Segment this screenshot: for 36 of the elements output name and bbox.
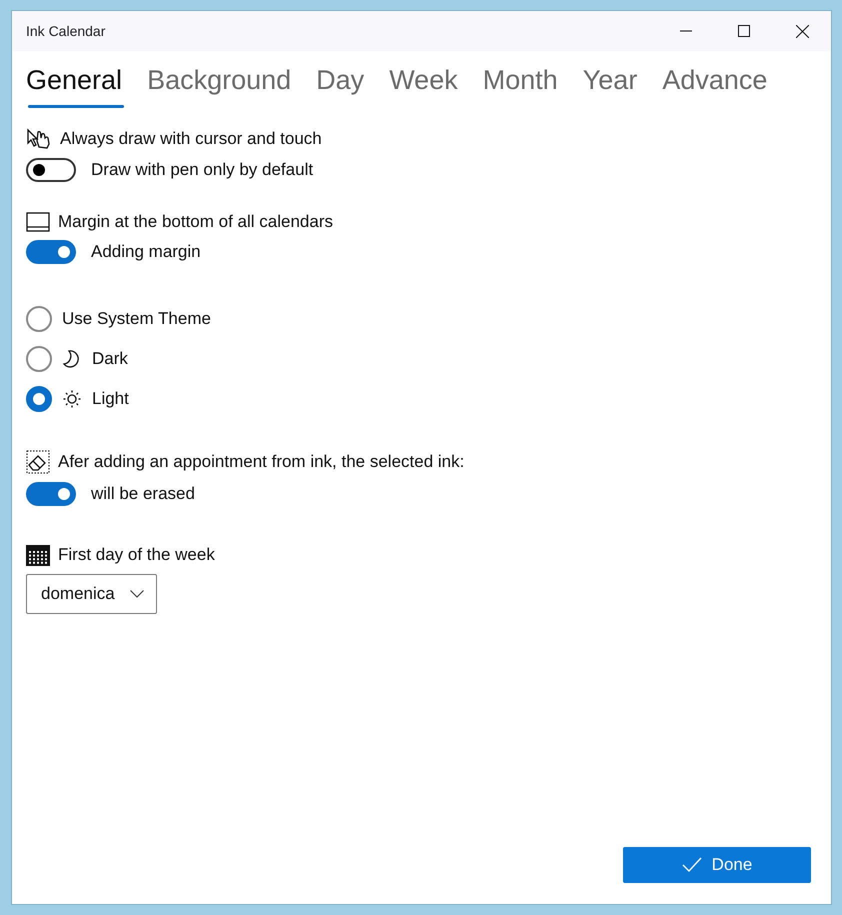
toggle-label: will be erased xyxy=(91,484,195,504)
maximize-icon xyxy=(738,25,750,37)
checkmark-icon xyxy=(682,857,702,873)
setting-heading: Margin at the bottom of all calendars xyxy=(58,212,333,232)
tab[interactable]: Year xyxy=(582,65,638,108)
toggle-label: Adding margin xyxy=(91,242,201,262)
window-title: Ink Calendar xyxy=(26,23,106,39)
tab[interactable]: General xyxy=(26,65,122,108)
eraser-selection-icon xyxy=(26,450,50,474)
weekday-dropdown[interactable]: domenica xyxy=(26,574,157,614)
moon-icon xyxy=(62,349,82,369)
tab[interactable]: Week xyxy=(389,65,458,108)
radio-label: Light xyxy=(92,389,129,409)
close-icon xyxy=(796,24,808,38)
tab[interactable]: Background xyxy=(147,65,292,108)
toggle-switch[interactable] xyxy=(26,158,76,182)
margin-icon xyxy=(26,212,50,232)
radio-button[interactable] xyxy=(26,386,52,412)
toggle-label: Draw with pen only by default xyxy=(91,160,314,180)
toggle-switch[interactable] xyxy=(26,240,76,264)
radio-label: Use System Theme xyxy=(62,309,211,329)
setting-heading: Afer adding an appointment from ink, the selected ink: xyxy=(58,452,464,472)
calendar-icon xyxy=(26,544,50,566)
radio-button[interactable] xyxy=(26,346,52,372)
sun-icon xyxy=(62,389,82,409)
chevron-down-icon xyxy=(130,590,144,598)
setting-heading: First day of the week xyxy=(58,545,215,565)
tab[interactable]: Month xyxy=(482,65,558,108)
radio-button[interactable] xyxy=(26,306,52,332)
setting-heading: Always draw with cursor and touch xyxy=(60,129,322,149)
tab[interactable]: Advance xyxy=(662,65,768,108)
tab[interactable]: Day xyxy=(316,65,364,108)
hand-pointer-icon xyxy=(26,128,52,150)
done-button[interactable]: Done xyxy=(623,847,811,883)
radio-label: Dark xyxy=(92,349,128,369)
toggle-switch[interactable] xyxy=(26,482,76,506)
